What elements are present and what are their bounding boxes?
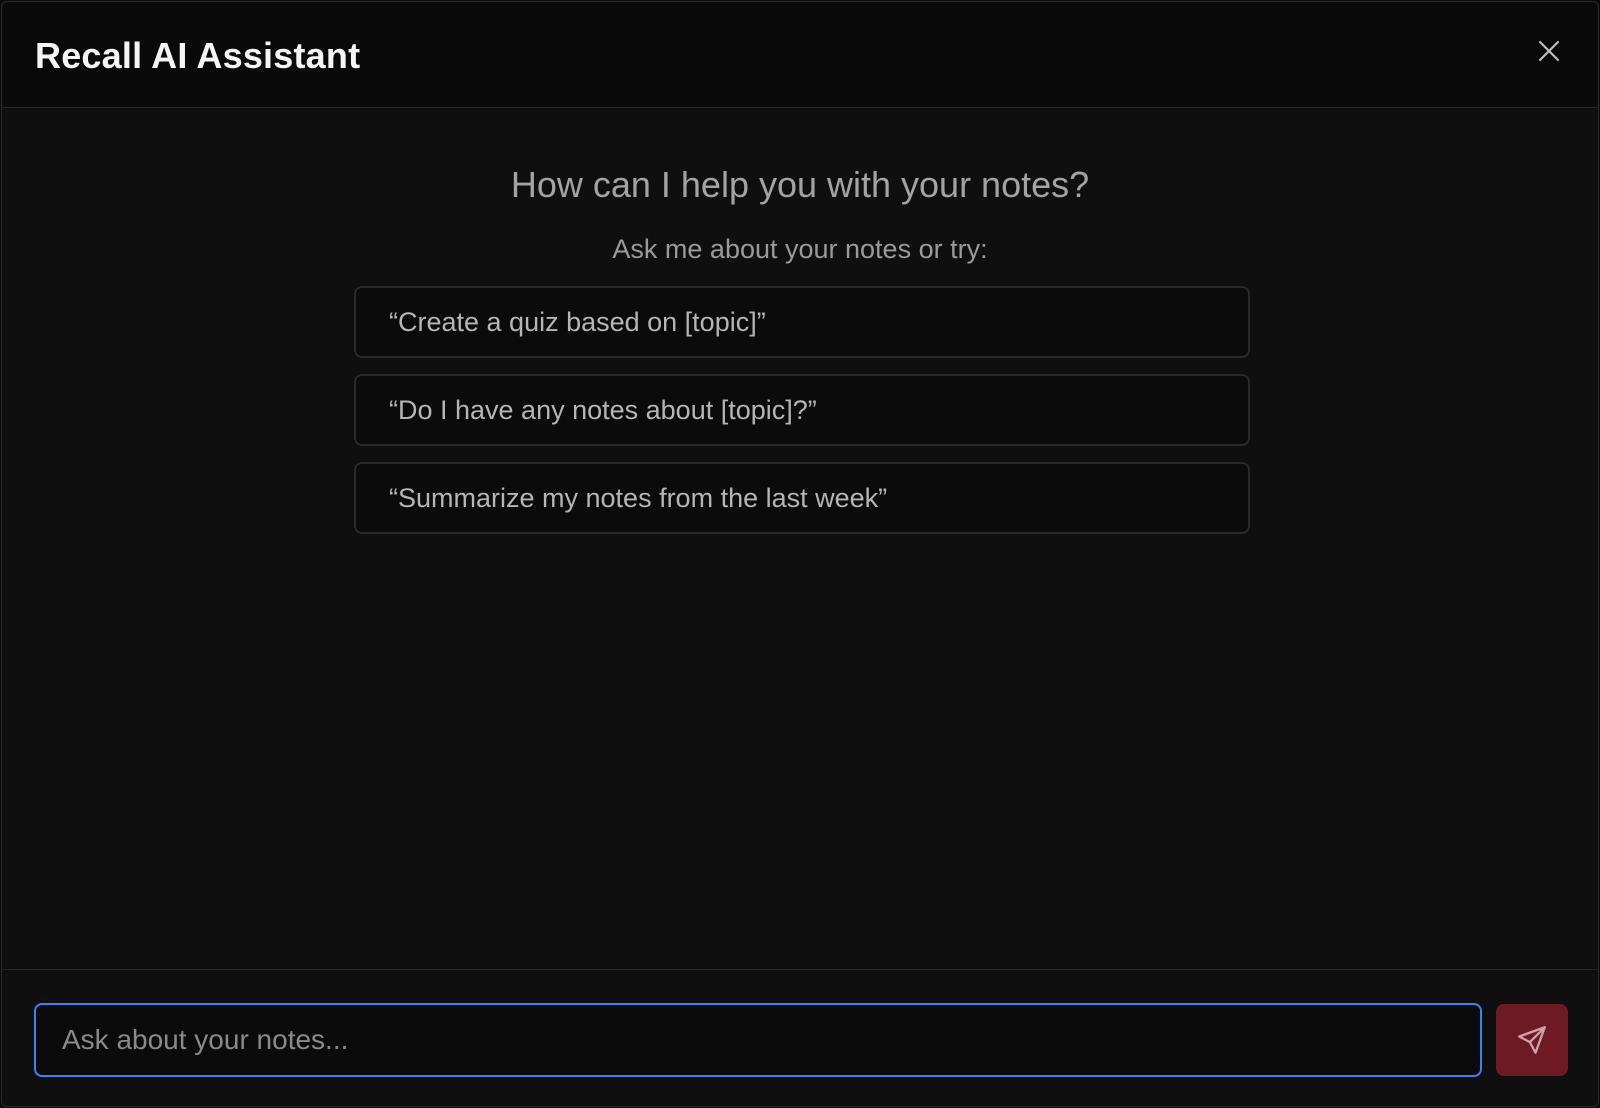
suggestion-create-quiz[interactable]: “Create a quiz based on [topic]” xyxy=(354,286,1250,358)
chat-area: How can I help you with your notes? Ask … xyxy=(2,109,1598,969)
chat-input[interactable] xyxy=(36,1005,1480,1075)
suggestion-summarize-last-week[interactable]: “Summarize my notes from the last week” xyxy=(354,462,1250,534)
suggestion-notes-about-topic[interactable]: “Do I have any notes about [topic]?” xyxy=(354,374,1250,446)
send-button[interactable] xyxy=(1496,1004,1568,1076)
suggestion-list: “Create a quiz based on [topic]” “Do I h… xyxy=(354,286,1250,550)
close-button[interactable] xyxy=(1536,38,1562,64)
send-icon xyxy=(1518,1026,1546,1054)
chat-input-bar xyxy=(2,969,1598,1106)
close-icon xyxy=(1538,40,1560,62)
ai-assistant-dialog: Recall AI Assistant How can I help you w… xyxy=(1,1,1599,1107)
chat-input-container xyxy=(34,1003,1482,1077)
dialog-title: Recall AI Assistant xyxy=(35,35,361,76)
empty-state-subheading: Ask me about your notes or try: xyxy=(612,234,988,264)
empty-state-heading: How can I help you with your notes? xyxy=(510,164,1090,205)
dialog-header: Recall AI Assistant xyxy=(2,2,1598,108)
